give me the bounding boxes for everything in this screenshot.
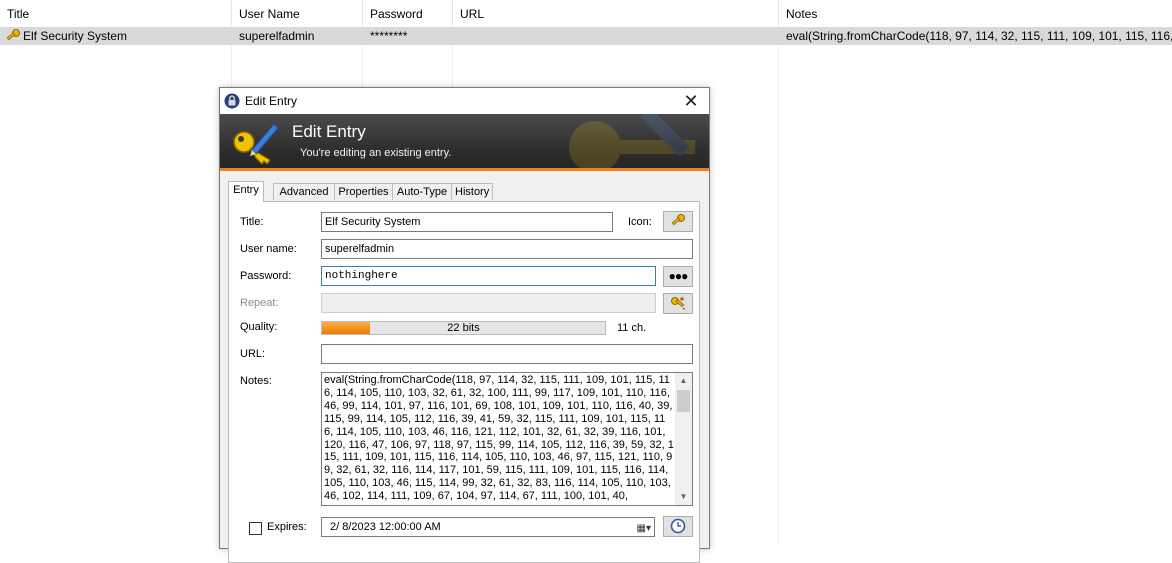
scroll-down-icon[interactable]: ▼ [675, 489, 692, 505]
column-header-username[interactable]: User Name [232, 0, 363, 26]
tab-history[interactable]: History [451, 183, 493, 200]
notes-text: eval(String.fromCharCode(118, 97, 114, 3… [324, 374, 674, 503]
expires-label[interactable]: Expires: [267, 521, 307, 533]
dialog-banner: Edit Entry You're editing an existing en… [220, 114, 709, 171]
password-label: Password: [240, 270, 292, 282]
tab-advanced[interactable]: Advanced [273, 183, 335, 200]
column-divider [778, 45, 779, 543]
row-username: superelfadmin [239, 29, 315, 43]
clock-icon[interactable] [663, 516, 693, 537]
expires-checkbox[interactable] [249, 522, 262, 535]
row-password: ******** [370, 29, 408, 43]
column-header-url[interactable]: URL [453, 0, 779, 26]
calendar-dropdown-icon[interactable]: ▦▾ [637, 520, 651, 538]
quality-label: Quality: [240, 321, 278, 333]
repeat-password-field[interactable] [321, 293, 656, 313]
icon-label: Icon: [628, 216, 652, 228]
banner-accent-stripe [220, 168, 709, 171]
scrollbar-thumb[interactable] [677, 390, 690, 412]
notes-label: Notes: [240, 375, 272, 387]
key-generator-icon[interactable] [663, 293, 693, 314]
banner-title: Edit Entry [292, 122, 366, 141]
column-header-notes[interactable]: Notes [779, 0, 1172, 26]
keepass-lock-icon [224, 93, 240, 112]
password-field[interactable]: nothinghere [321, 266, 656, 286]
quality-bits-text: 22 bits [447, 322, 480, 334]
title-field[interactable]: Elf Security System [321, 212, 613, 232]
entry-list-header: Title User Name Password URL Notes [0, 0, 1172, 26]
notes-scrollbar[interactable]: ▲ ▼ [675, 373, 692, 505]
row-url [460, 27, 775, 45]
scroll-up-icon[interactable]: ▲ [675, 373, 692, 389]
close-icon[interactable]: ✕ [681, 91, 701, 111]
tab-auto-type[interactable]: Auto-Type [392, 183, 452, 200]
dialog-titlebar[interactable]: Edit Entry ✕ [220, 88, 709, 114]
entry-icon-button[interactable] [663, 211, 693, 232]
entry-tab-panel: Title: Elf Security System Icon: User na… [228, 201, 700, 563]
repeat-label: Repeat: [240, 297, 279, 309]
row-title: Elf Security System [23, 29, 128, 43]
table-row[interactable]: Elf Security System superelfadmin ******… [0, 27, 1172, 45]
edit-entry-dialog: Edit Entry ✕ Edit Entry You're editing a… [219, 87, 710, 563]
banner-subtitle: You're editing an existing entry. [300, 147, 452, 159]
notes-textarea[interactable]: eval(String.fromCharCode(118, 97, 114, 3… [321, 372, 693, 506]
url-field[interactable] [321, 344, 693, 364]
username-field[interactable]: superelfadmin [321, 239, 693, 259]
key-icon [671, 214, 685, 226]
username-label: User name: [240, 243, 297, 255]
dialog-title: Edit Entry [245, 94, 298, 108]
column-header-title[interactable]: Title [0, 0, 232, 26]
tab-properties[interactable]: Properties [334, 183, 393, 200]
banner-watermark-icon [555, 114, 705, 171]
url-label: URL: [240, 348, 266, 360]
column-header-password[interactable]: Password [363, 0, 453, 26]
tab-entry[interactable]: Entry [228, 181, 264, 202]
password-quality-bar: 22 bits [321, 321, 606, 335]
quality-length-text: 11 ch. [617, 322, 647, 334]
title-label: Title: [240, 216, 264, 228]
expiry-date-value: 2/ 8/2023 12:00:00 AM [330, 521, 441, 533]
dots-icon[interactable]: ●●● [663, 266, 693, 287]
expiry-date-picker[interactable]: 2/ 8/2023 12:00:00 AM ▦▾ [321, 517, 655, 537]
keys-pencil-icon [230, 120, 280, 169]
key-icon [5, 27, 21, 45]
row-notes: eval(String.fromCharCode(118, 97, 114, 3… [786, 29, 1172, 43]
